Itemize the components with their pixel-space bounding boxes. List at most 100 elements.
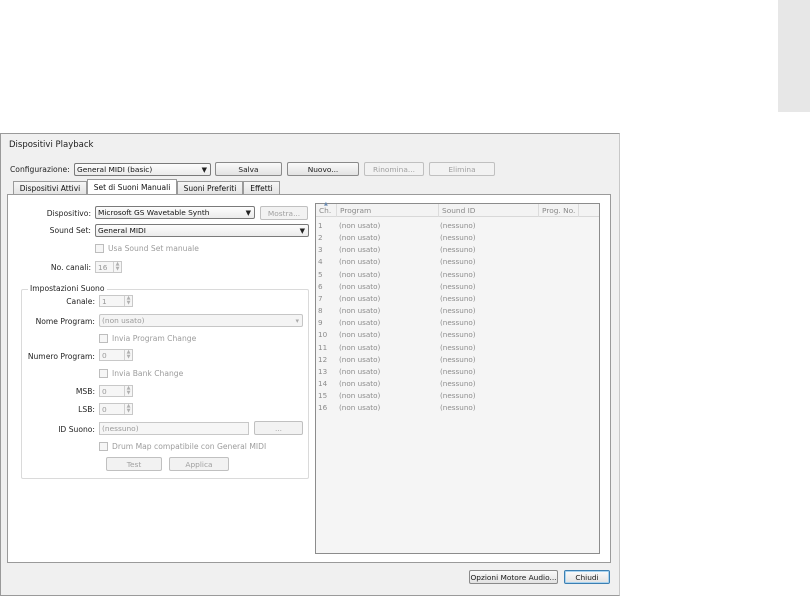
- program-number-spinner[interactable]: 0 ▲ ▼: [99, 349, 133, 361]
- chevron-down-icon: ▼: [201, 166, 207, 174]
- program-name-label: Nome Program:: [35, 317, 95, 326]
- cell-sound-id: (nessuno): [440, 391, 476, 401]
- program-name-select[interactable]: (non usato) ▾: [99, 314, 303, 327]
- channel-spinner[interactable]: 1 ▲ ▼: [99, 295, 133, 307]
- cell-sound-id: (nessuno): [440, 403, 476, 413]
- cell-ch: 16: [318, 403, 328, 413]
- program-name-value: (non usato): [102, 316, 145, 325]
- test-button[interactable]: Test: [106, 457, 162, 471]
- sound-set-select[interactable]: General MIDI ▼: [95, 224, 309, 237]
- msb-spinner[interactable]: 0 ▲ ▼: [99, 385, 133, 397]
- cell-program: (non usato): [339, 233, 381, 243]
- apply-button[interactable]: Applica: [169, 457, 229, 471]
- cell-sound-id: (nessuno): [440, 245, 476, 255]
- close-button[interactable]: Chiudi: [564, 570, 610, 584]
- table-row[interactable]: 1 (non usato) (nessuno): [316, 220, 599, 232]
- cell-sound-id: (nessuno): [440, 354, 476, 364]
- table-row[interactable]: 3 (non usato) (nessuno): [316, 244, 599, 256]
- cell-ch: 10: [318, 330, 328, 340]
- cell-program: (non usato): [339, 245, 381, 255]
- program-number-label: Numero Program:: [27, 352, 95, 361]
- cell-ch: 15: [318, 391, 328, 401]
- manual-sound-set-checkbox[interactable]: [95, 244, 104, 253]
- cell-program: (non usato): [339, 221, 381, 230]
- cell-ch: 2: [318, 233, 323, 243]
- cell-ch: 6: [318, 281, 323, 291]
- cell-sound-id: (nessuno): [440, 293, 476, 303]
- tab-active-devices[interactable]: Dispositivi Attivi: [13, 181, 87, 194]
- new-button[interactable]: Nuovo...: [287, 162, 359, 176]
- cell-ch: 1: [318, 221, 323, 230]
- tab-favorite-sounds[interactable]: Suoni Preferiti: [177, 181, 243, 194]
- cell-sound-id: (nessuno): [440, 330, 476, 340]
- configuration-label: Configurazione:: [10, 165, 70, 174]
- cell-program: (non usato): [339, 403, 381, 413]
- cell-sound-id: (nessuno): [440, 281, 476, 291]
- cell-ch: 8: [318, 306, 323, 316]
- table-row[interactable]: 8 (non usato) (nessuno): [316, 305, 599, 317]
- column-header-program[interactable]: Program: [337, 204, 439, 217]
- cell-sound-id: (nessuno): [440, 318, 476, 328]
- send-program-change-checkbox[interactable]: [99, 334, 108, 343]
- table-row[interactable]: 7 (non usato) (nessuno): [316, 293, 599, 305]
- table-row[interactable]: 9 (non usato) (nessuno): [316, 317, 599, 329]
- sound-id-label: ID Suono:: [58, 425, 95, 434]
- page-side-strip: [778, 0, 810, 112]
- table-row[interactable]: 16 (non usato) (nessuno): [316, 402, 599, 414]
- lsb-spinner[interactable]: 0 ▲ ▼: [99, 403, 133, 415]
- sound-settings-title: Impostazioni Suono: [28, 284, 107, 293]
- cell-sound-id: (nessuno): [440, 233, 476, 243]
- table-row[interactable]: 6 (non usato) (nessuno): [316, 281, 599, 293]
- list-header: Ch. ▲ Program Sound ID Prog. No.: [316, 201, 599, 217]
- table-row[interactable]: 11 (non usato) (nessuno): [316, 342, 599, 354]
- table-row[interactable]: 15 (non usato) (nessuno): [316, 390, 599, 402]
- table-row[interactable]: 13 (non usato) (nessuno): [316, 366, 599, 378]
- cell-ch: 3: [318, 245, 323, 255]
- browse-sound-id-button[interactable]: ...: [254, 421, 303, 435]
- tab-manual-sound-sets[interactable]: Set di Suoni Manuali: [87, 179, 177, 194]
- delete-button[interactable]: Elimina: [429, 162, 495, 176]
- spinner-arrows-icon: ▲ ▼: [124, 296, 132, 306]
- channel-label: Canale:: [66, 297, 95, 306]
- cell-program: (non usato): [339, 330, 381, 340]
- sound-set-value: General MIDI: [98, 226, 146, 235]
- drum-map-checkbox[interactable]: [99, 442, 108, 451]
- audio-engine-options-button[interactable]: Opzioni Motore Audio...: [469, 570, 558, 584]
- cell-ch: 13: [318, 366, 328, 376]
- column-header-ch[interactable]: Ch. ▲: [316, 201, 337, 217]
- table-row[interactable]: 14 (non usato) (nessuno): [316, 378, 599, 390]
- send-bank-change-checkbox[interactable]: [99, 369, 108, 378]
- device-select[interactable]: Microsoft GS Wavetable Synth ▼: [95, 206, 255, 219]
- cell-program: (non usato): [339, 391, 381, 401]
- dialog-title: Dispositivi Playback: [9, 140, 94, 150]
- channel-list[interactable]: Ch. ▲ Program Sound ID Prog. No. 1 (non u…: [315, 201, 600, 554]
- sound-id-field[interactable]: (nessuno): [99, 422, 249, 435]
- rename-button[interactable]: Rinomina...: [364, 162, 424, 176]
- playback-devices-dialog: Dispositivi Playback Configurazione: Gen…: [0, 133, 620, 596]
- cell-ch: 9: [318, 318, 323, 328]
- cell-ch: 7: [318, 293, 323, 303]
- column-header-prog-no[interactable]: Prog. No.: [539, 204, 579, 217]
- show-button[interactable]: Mostra...: [260, 206, 308, 220]
- channel-value: 1: [102, 296, 107, 306]
- column-header-sound-id[interactable]: Sound ID: [439, 204, 539, 217]
- cell-sound-id: (nessuno): [440, 342, 476, 352]
- tab-effects[interactable]: Effetti: [243, 181, 280, 194]
- channels-spinner[interactable]: 16 ▲ ▼: [95, 261, 122, 273]
- table-row[interactable]: 12 (non usato) (nessuno): [316, 354, 599, 366]
- sound-set-label: Sound Set:: [49, 226, 91, 235]
- msb-label: MSB:: [75, 387, 95, 396]
- sort-up-icon: ▲: [324, 201, 328, 207]
- chevron-down-icon: ▾: [295, 317, 299, 325]
- save-button[interactable]: Salva: [215, 162, 282, 176]
- device-label: Dispositivo:: [46, 209, 91, 218]
- cell-sound-id: (nessuno): [440, 366, 476, 376]
- cell-program: (non usato): [339, 378, 381, 388]
- table-row[interactable]: 4 (non usato) (nessuno): [316, 256, 599, 268]
- configuration-select[interactable]: General MIDI (basic) ▼: [74, 163, 211, 176]
- chevron-down-icon: ▼: [299, 227, 305, 235]
- table-row[interactable]: 5 (non usato) (nessuno): [316, 269, 599, 281]
- table-row[interactable]: 2 (non usato) (nessuno): [316, 232, 599, 244]
- table-row[interactable]: 10 (non usato) (nessuno): [316, 329, 599, 341]
- cell-program: (non usato): [339, 354, 381, 364]
